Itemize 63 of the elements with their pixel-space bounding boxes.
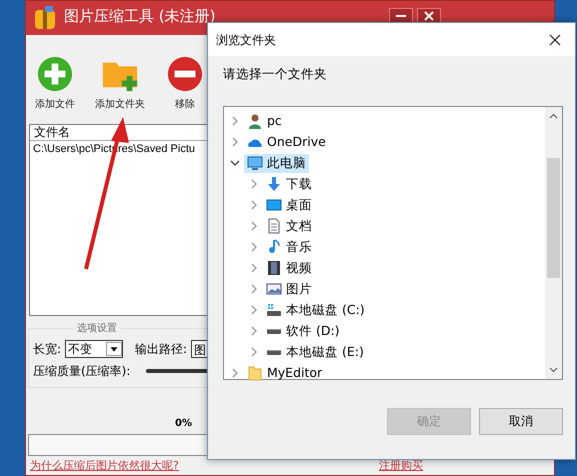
minimize-icon — [396, 14, 406, 18]
chevron-right-icon[interactable] — [230, 116, 240, 126]
chevron-right-icon[interactable] — [249, 263, 259, 274]
chevron-right-icon[interactable] — [249, 305, 259, 316]
register-link[interactable]: 注册购买 — [378, 459, 423, 473]
chevron-down-icon[interactable] — [230, 158, 240, 168]
chevron-right-icon[interactable] — [249, 200, 259, 210]
app-icon — [34, 6, 56, 30]
tree-item[interactable]: 文档 — [263, 216, 315, 236]
tree-item[interactable]: MyEditor — [244, 364, 326, 383]
scroll-down-icon — [549, 366, 558, 373]
tree-item[interactable]: 本地磁盘 (E:) — [263, 342, 367, 362]
desktop-icon — [266, 197, 282, 214]
tree-item[interactable]: 音乐 — [263, 238, 315, 257]
remove-icon — [166, 55, 204, 93]
dialog-prompt: 请选择一个文件夹 — [223, 66, 327, 81]
chevron-right-icon[interactable] — [249, 326, 259, 336]
chevron-right-icon[interactable] — [230, 368, 240, 378]
tree-item[interactable]: pc — [244, 112, 285, 131]
drive-icon — [266, 302, 282, 318]
tree-item[interactable]: 桌面 — [263, 196, 315, 215]
close-icon — [424, 10, 434, 20]
chevron-right-icon[interactable] — [249, 242, 259, 252]
close-button[interactable] — [417, 8, 441, 23]
drive-icon — [266, 328, 282, 335]
close-icon — [549, 34, 561, 46]
tree-item[interactable]: OneDrive — [244, 132, 329, 152]
film-icon — [266, 260, 282, 276]
tree-item[interactable]: 此电脑 — [244, 154, 309, 173]
scrollbar-thumb[interactable] — [547, 158, 560, 278]
folder-icon — [247, 365, 263, 382]
computer-icon — [247, 155, 263, 172]
scrollbar[interactable] — [545, 106, 562, 379]
column-header: 文件名 — [34, 125, 70, 139]
picture-icon — [266, 281, 282, 298]
chevron-right-icon[interactable] — [249, 221, 259, 232]
chevron-right-icon[interactable] — [249, 347, 259, 358]
chevron-right-icon[interactable] — [249, 179, 259, 190]
progress-percent: 0% — [175, 418, 192, 429]
help-link[interactable]: 为什么压缩后图片依然很大呢? — [30, 459, 179, 473]
user-icon — [247, 113, 263, 130]
add-icon — [36, 55, 74, 93]
music-note-icon — [266, 239, 282, 256]
tree-item[interactable]: 视频 — [263, 258, 315, 278]
size-dropdown[interactable]: 不变 — [65, 340, 124, 358]
download-arrow-icon — [266, 176, 282, 192]
dialog-title: 浏览文件夹 — [216, 32, 276, 48]
chevron-right-icon[interactable] — [249, 284, 259, 294]
tree-item[interactable]: 本地磁盘 (C:) — [263, 300, 368, 320]
tree-item[interactable]: 软件 (D:) — [263, 322, 343, 341]
toolbar-button[interactable]: 添加文件夹 — [88, 53, 152, 114]
size-label: 长宽: — [33, 341, 62, 358]
cancel-button[interactable]: 取消 — [479, 408, 563, 435]
tree-item[interactable]: 下载 — [263, 174, 315, 194]
output-path-label: 输出路径: — [135, 341, 188, 358]
minimize-button[interactable] — [389, 8, 413, 23]
document-icon — [266, 218, 282, 234]
scroll-up-icon — [549, 112, 558, 119]
tree-item[interactable]: 图片 — [263, 280, 315, 299]
toolbar-button[interactable]: 添加文件 — [30, 53, 80, 114]
chevron-right-icon[interactable] — [230, 137, 240, 148]
drive-icon — [266, 348, 282, 356]
quality-label: 压缩质量(压缩率): — [33, 363, 130, 380]
